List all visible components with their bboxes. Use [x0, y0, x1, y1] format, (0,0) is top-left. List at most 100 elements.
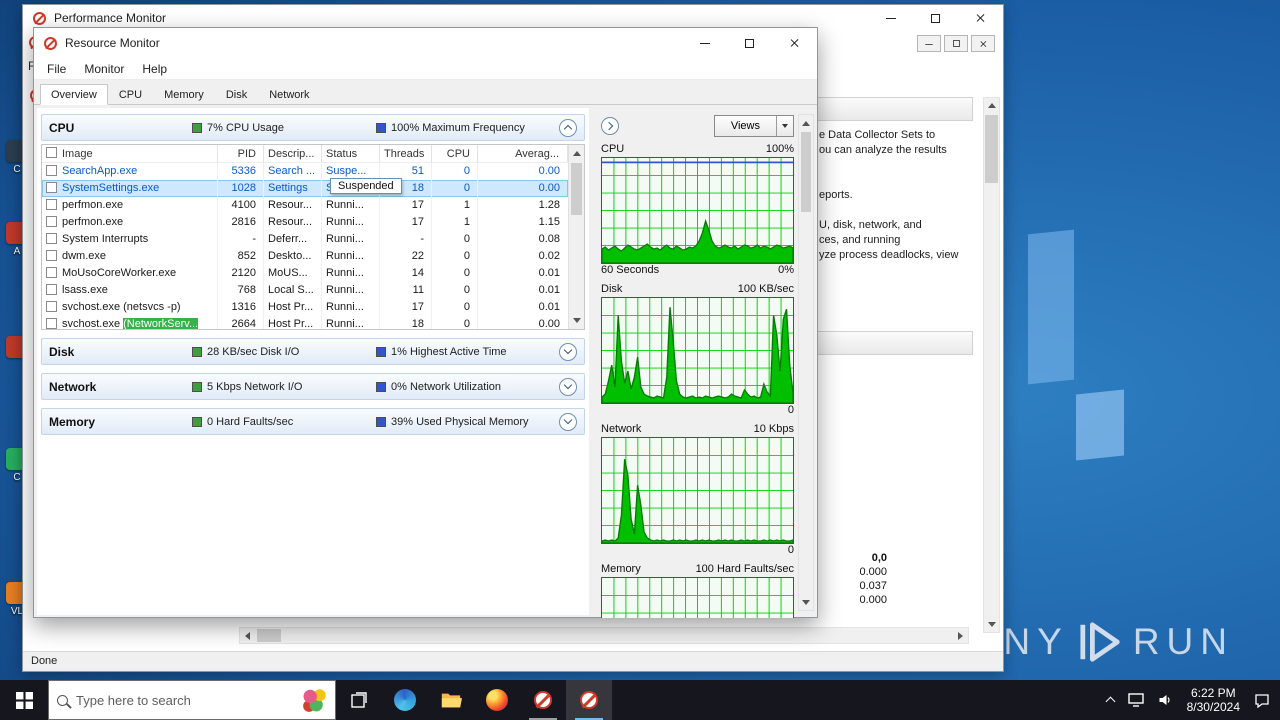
scrollbar-thumb[interactable]	[985, 115, 998, 183]
tab-memory[interactable]: Memory	[153, 84, 215, 105]
tab-cpu[interactable]: CPU	[108, 84, 153, 105]
row-checkbox[interactable]	[46, 165, 57, 176]
cell-threads: 22	[380, 248, 432, 265]
table-row[interactable]: svchost.exe (NetworkServ... 2664 Host Pr..…	[42, 316, 568, 329]
cell-status: Runni...	[322, 265, 380, 282]
row-checkbox[interactable]	[46, 301, 57, 312]
scroll-right-icon[interactable]	[953, 628, 968, 643]
column-header[interactable]: Descrip...	[264, 145, 322, 162]
network-section-header[interactable]: Network 5 Kbps Network I/O 0% Network Ut…	[41, 373, 585, 400]
column-header[interactable]: Image	[42, 145, 218, 162]
blue-legend-icon	[376, 416, 386, 427]
expand-chevron-icon[interactable]	[559, 342, 577, 361]
child-restore-button[interactable]	[944, 35, 968, 52]
search-highlights-icon[interactable]	[303, 688, 327, 712]
speaker-icon[interactable]	[1158, 693, 1173, 707]
child-minimize-button[interactable]	[917, 35, 941, 52]
close-button[interactable]	[772, 28, 817, 58]
column-header[interactable]: Averag...	[478, 145, 568, 162]
scroll-up-icon[interactable]	[984, 98, 999, 113]
menu-item-file[interactable]: File	[38, 62, 75, 76]
scrollbar-thumb[interactable]	[571, 163, 582, 215]
collapse-chevron-icon[interactable]	[559, 118, 577, 137]
column-header[interactable]: CPU	[432, 145, 478, 162]
scroll-up-icon[interactable]	[799, 116, 813, 130]
help-line: eports.	[819, 189, 853, 201]
vertical-scrollbar[interactable]	[983, 97, 1000, 633]
row-checkbox[interactable]	[46, 250, 57, 261]
views-dropdown-arrow[interactable]	[776, 116, 793, 136]
tab-network[interactable]: Network	[258, 84, 320, 105]
table-row[interactable]: MoUsoCoreWorker.exe 2120 MoUS... Runni... 14…	[42, 265, 568, 282]
expand-chevron-icon[interactable]	[559, 412, 577, 431]
collapse-panel-button[interactable]	[601, 117, 619, 135]
memory-section-header[interactable]: Memory 0 Hard Faults/sec 39% Used Physic…	[41, 408, 585, 435]
table-row[interactable]: svchost.exe (netsvcs -p) 1316 Host Pr... Ru…	[42, 299, 568, 316]
row-checkbox[interactable]	[46, 267, 57, 278]
table-row[interactable]: perfmon.exe 4100 Resour... Runni... 17 1 1.28	[42, 197, 568, 214]
scrollbar-thumb[interactable]	[257, 629, 281, 642]
views-button[interactable]: Views	[713, 115, 794, 137]
table-row[interactable]: perfmon.exe 2816 Resour... Runni... 17 1 1.15	[42, 214, 568, 231]
close-button[interactable]	[958, 5, 1003, 31]
table-row[interactable]: dwm.exe 852 Deskto... Runni... 22 0 0.02	[42, 248, 568, 265]
search-box[interactable]: Type here to search	[48, 680, 336, 720]
start-button[interactable]	[0, 680, 48, 720]
scroll-down-icon[interactable]	[799, 595, 813, 609]
horizontal-scrollbar[interactable]	[239, 627, 969, 644]
table-row[interactable]: lsass.exe 768 Local S... Runni... 11 0 0.01	[42, 282, 568, 299]
performance-monitor-taskbar-button[interactable]	[520, 680, 566, 720]
row-checkbox[interactable]	[46, 318, 57, 329]
table-row[interactable]: SearchApp.exe 5336 Search ... Suspe... 51 0 0.…	[42, 163, 568, 180]
cpu-section-header[interactable]: CPU 7% CPU Usage 100% Maximum Frequency	[41, 114, 585, 141]
cell-pid: 1316	[218, 299, 264, 316]
disk-io-stat: 28 KB/sec Disk I/O	[192, 346, 376, 358]
row-checkbox[interactable]	[46, 284, 57, 295]
menu-item-monitor[interactable]: Monitor	[75, 62, 133, 76]
task-view-button[interactable]	[336, 680, 382, 720]
scroll-up-icon[interactable]	[569, 146, 584, 161]
edge-taskbar-button[interactable]	[382, 680, 428, 720]
scrollbar-thumb[interactable]	[801, 132, 811, 212]
scroll-down-icon[interactable]	[984, 617, 999, 632]
column-header[interactable]: Status	[322, 145, 380, 162]
cell-pid: 2816	[218, 214, 264, 231]
firefox-taskbar-button[interactable]	[474, 680, 520, 720]
row-checkbox[interactable]	[46, 216, 57, 227]
tab-overview[interactable]: Overview	[40, 84, 108, 105]
disk-section-header[interactable]: Disk 28 KB/sec Disk I/O 1% Highest Activ…	[41, 338, 585, 365]
graphs-scrollbar[interactable]	[798, 114, 814, 611]
maximize-button[interactable]	[727, 28, 772, 58]
cell-desc: Resour...	[264, 214, 322, 231]
menu-item-help[interactable]: Help	[133, 62, 176, 76]
maximize-button[interactable]	[913, 5, 958, 31]
select-all-checkbox[interactable]	[46, 147, 57, 158]
cell-threads: 14	[380, 265, 432, 282]
resource-monitor-taskbar-button[interactable]	[566, 680, 612, 720]
action-center-icon[interactable]	[1254, 693, 1270, 708]
row-checkbox[interactable]	[46, 233, 57, 244]
cell-image: SearchApp.exe	[42, 163, 218, 180]
row-checkbox[interactable]	[46, 199, 57, 210]
cell-desc: Host Pr...	[264, 299, 322, 316]
network-icon[interactable]	[1127, 693, 1144, 707]
child-close-button[interactable]	[971, 35, 995, 52]
scroll-down-icon[interactable]	[569, 313, 584, 328]
row-checkbox[interactable]	[46, 182, 57, 193]
expand-chevron-icon[interactable]	[559, 377, 577, 396]
minimize-button[interactable]	[868, 5, 913, 31]
table-row[interactable]: SystemSettings.exe1028SettingsSuspe...18…	[42, 180, 568, 197]
taskbar-clock[interactable]: 6:22 PM 8/30/2024	[1187, 686, 1240, 714]
column-header[interactable]: PID	[218, 145, 264, 162]
section-title: Memory	[49, 414, 96, 429]
minimize-button[interactable]	[682, 28, 727, 58]
table-scrollbar[interactable]	[568, 145, 584, 329]
scroll-left-icon[interactable]	[240, 628, 255, 643]
column-header[interactable]: Threads	[380, 145, 432, 162]
process-table: Image PID Descrip... Status Threads CPU Averag…	[41, 144, 585, 330]
process-name: dwm.exe	[62, 250, 107, 262]
tab-disk[interactable]: Disk	[215, 84, 258, 105]
table-row[interactable]: System Interrupts - Deferr... Runni... -0 0.0…	[42, 231, 568, 248]
file-explorer-taskbar-button[interactable]	[428, 680, 474, 720]
tray-expand-icon[interactable]	[1105, 696, 1116, 707]
